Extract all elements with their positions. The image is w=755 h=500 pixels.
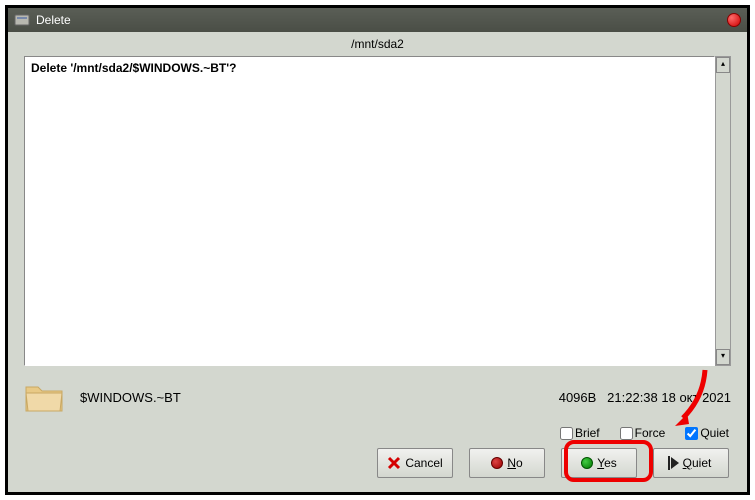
quiet-checkbox-input[interactable] [685, 427, 698, 440]
play-icon [671, 457, 679, 469]
dialog-window: Delete /mnt/sda2 Delete '/mnt/sda2/$WIND… [5, 5, 750, 495]
message-textbox: Delete '/mnt/sda2/$WINDOWS.~BT'? [24, 56, 715, 366]
checkbox-row: Brief Force Quiet [26, 426, 729, 440]
no-button[interactable]: No [469, 448, 545, 478]
yes-button[interactable]: Yes [561, 448, 637, 478]
green-circle-icon [581, 457, 593, 469]
content-area: Delete '/mnt/sda2/$WINDOWS.~BT'? ▴ ▾ [24, 56, 731, 366]
message-text: Delete '/mnt/sda2/$WINDOWS.~BT'? [31, 61, 236, 75]
file-meta: 4096B 21:22:38 18 окт 2021 [559, 390, 731, 405]
path-bar: /mnt/sda2 [8, 32, 747, 56]
force-checkbox-input[interactable] [620, 427, 633, 440]
file-row: $WINDOWS.~BT 4096B 21:22:38 18 окт 2021 [24, 376, 731, 418]
scroll-down-button[interactable]: ▾ [716, 349, 730, 365]
brief-checkbox-input[interactable] [560, 427, 573, 440]
quiet-button[interactable]: Quiet [653, 448, 729, 478]
window-title: Delete [36, 13, 71, 27]
red-circle-icon [491, 457, 503, 469]
close-icon[interactable] [727, 13, 741, 27]
quiet-checkbox[interactable]: Quiet [685, 426, 729, 440]
scroll-up-button[interactable]: ▴ [716, 57, 730, 73]
titlebar[interactable]: Delete [8, 8, 747, 32]
x-icon [387, 456, 401, 470]
path-text: /mnt/sda2 [351, 37, 404, 51]
brief-checkbox[interactable]: Brief [560, 426, 600, 440]
cancel-button[interactable]: Cancel [377, 448, 453, 478]
app-icon [14, 12, 30, 28]
button-row: Cancel No Yes Quiet [26, 448, 729, 478]
folder-icon [24, 379, 64, 415]
scrollbar[interactable]: ▴ ▾ [715, 56, 731, 366]
file-name: $WINDOWS.~BT [80, 390, 559, 405]
force-checkbox[interactable]: Force [620, 426, 666, 440]
